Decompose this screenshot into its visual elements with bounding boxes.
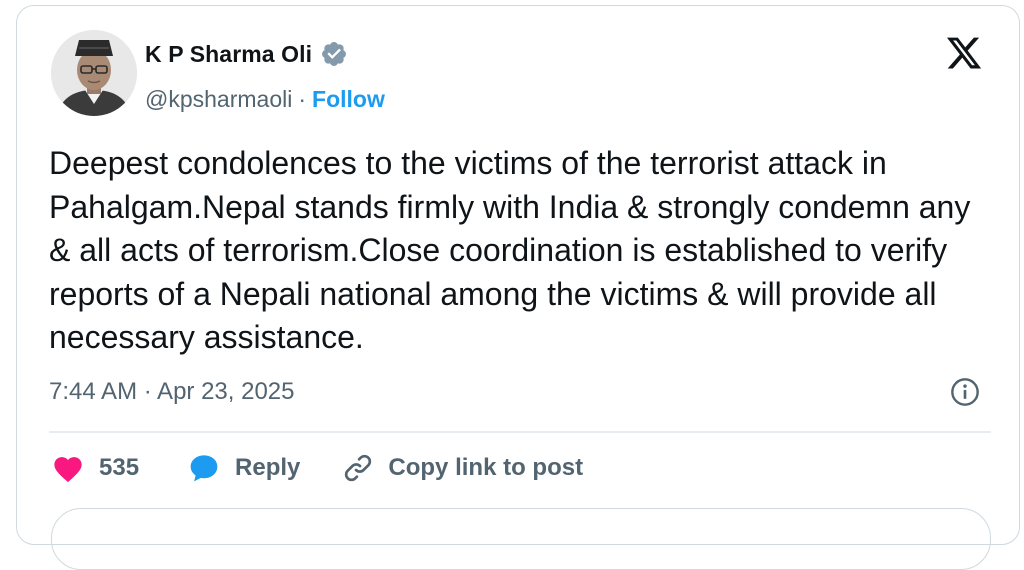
follow-button[interactable]: Follow — [312, 86, 385, 113]
copy-link-label: Copy link to post — [388, 454, 584, 481]
avatar[interactable] — [51, 30, 137, 116]
verified-badge-icon — [322, 42, 347, 66]
like-button[interactable]: 535 — [51, 453, 187, 483]
read-replies-button[interactable] — [51, 508, 991, 570]
tweet-card: K P Sharma Oli @kpsharmaoli · Follow Dee… — [16, 5, 1020, 570]
heart-icon — [54, 457, 82, 483]
copy-link-button[interactable]: Copy link to post — [342, 452, 583, 484]
info-icon[interactable] — [949, 376, 981, 408]
x-logo-icon[interactable] — [945, 34, 983, 72]
like-count: 535 — [99, 454, 140, 481]
divider — [49, 431, 991, 433]
author-handle[interactable]: @kpsharmaoli — [145, 86, 292, 113]
reply-button[interactable]: Reply — [187, 452, 342, 484]
tweet-text: Deepest condolences to the victims of th… — [49, 145, 971, 355]
author-name[interactable]: K P Sharma Oli — [145, 41, 312, 68]
tweet-timestamp[interactable]: 7:44 AM · Apr 23, 2025 — [49, 378, 295, 406]
separator-dot: · — [298, 86, 307, 112]
avatar-portrait-image — [51, 30, 137, 116]
link-icon — [345, 454, 372, 482]
reply-label: Reply — [235, 454, 301, 481]
speech-bubble-icon — [190, 455, 218, 482]
